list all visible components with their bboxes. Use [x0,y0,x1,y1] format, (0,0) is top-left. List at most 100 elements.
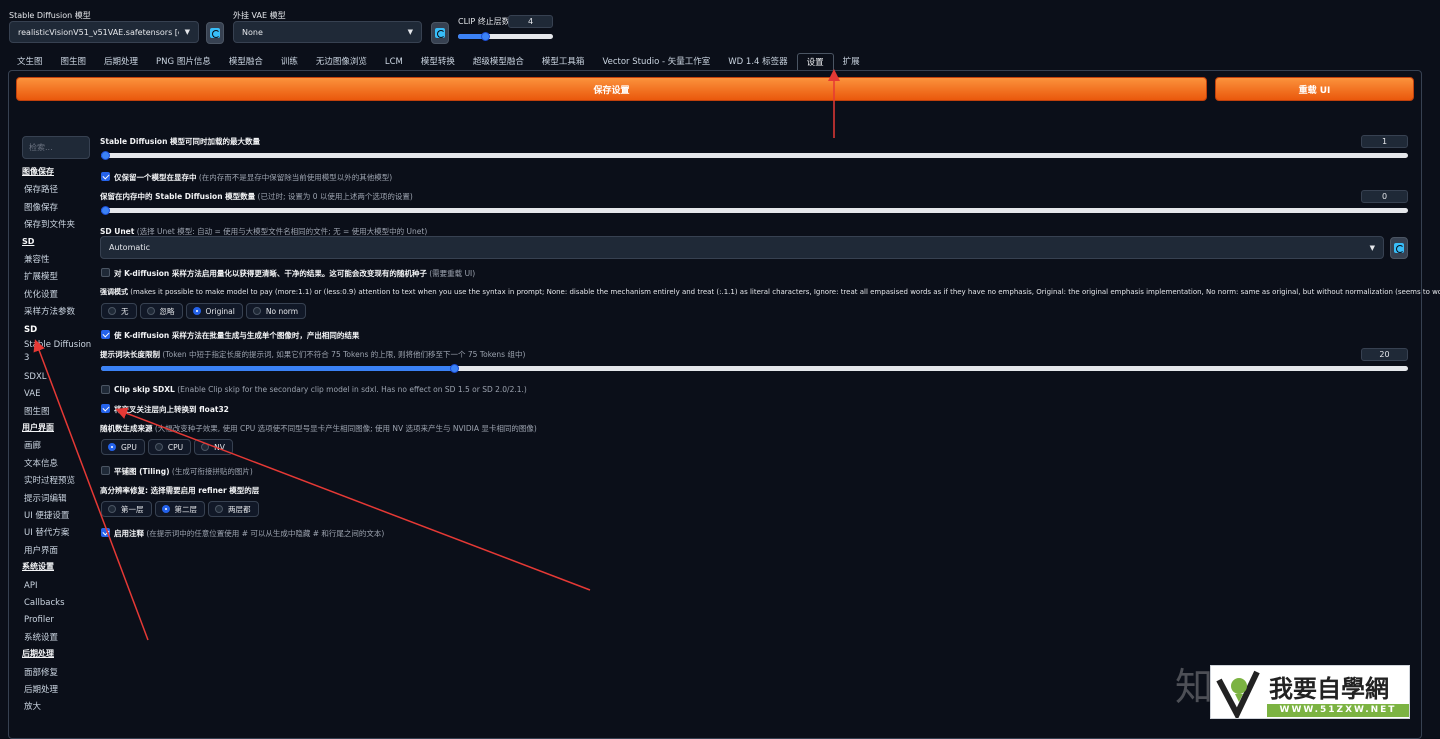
max-models-value[interactable]: 1 [1361,135,1408,148]
sidebar-item[interactable]: Callbacks [22,595,97,612]
keep-one-label: 仅保留一个模型在显存中 (在内存而不是显存中保留除当前使用模型以外的其他模型) [114,173,393,182]
sidebar-item[interactable]: 保存到文件夹 [22,217,97,234]
tab-8[interactable]: 模型转换 [412,53,464,71]
radio-option[interactable]: 两层都 [208,501,259,517]
sidebar-item[interactable]: 实时过程预览 [22,473,97,490]
clip-skip-slider[interactable] [458,32,553,41]
sidebar-item[interactable]: API [22,578,97,595]
radio-option[interactable]: 第一层 [101,501,152,517]
radio-option[interactable]: Original [185,303,243,319]
tab-10[interactable]: 模型工具箱 [533,53,594,71]
sidebar-item[interactable]: 采样方法参数 [22,304,97,321]
vae-value: None [242,27,263,37]
sd-model-dropdown[interactable]: realisticVisionV51_v51VAE.safetensors [e… [9,21,199,43]
tab-5[interactable]: 训练 [272,53,307,71]
sidebar-item[interactable]: 放大 [22,699,97,716]
sidebar-item[interactable]: 后期处理 [22,682,97,699]
tab-11[interactable]: Vector Studio - 矢量工作室 [593,53,719,71]
refresh-vae-button[interactable] [431,22,449,44]
reload-ui-button[interactable]: 重载 UI [1215,77,1414,101]
tiling-checkbox[interactable] [101,466,110,475]
sidebar-item[interactable]: 画廊 [22,438,97,455]
batch-cond-checkbox[interactable] [101,330,110,339]
tab-2[interactable]: 后期处理 [95,53,147,71]
sidebar-item[interactable]: 扩展模型 [22,269,97,286]
sidebar-section-heading: 后期处理 [22,649,54,659]
sidebar-item[interactable]: 兼容性 [22,252,97,269]
token-padding-slider[interactable] [101,364,1408,373]
sidebar-item[interactable]: Stable Diffusion 3 [22,339,97,369]
tab-0[interactable]: 文生图 [8,53,52,71]
comments-checkbox[interactable] [101,528,110,537]
sidebar-item[interactable]: 优化设置 [22,287,97,304]
sidebar-item[interactable]: UI 替代方案 [22,525,97,542]
radio-option[interactable]: 第二层 [154,501,205,517]
sidebar-item[interactable]: 文本信息 [22,456,97,473]
slider-knob[interactable] [480,32,490,41]
radio-dot-icon [108,505,116,513]
sidebar-item[interactable]: 保存路径 [22,182,97,199]
clip-skip-label: CLIP 终止层数 [458,17,510,26]
clip-skip-sdxl-checkbox[interactable] [101,385,110,394]
sd-model-value: realisticVisionV51_v51VAE.safetensors [e… [18,27,179,37]
tab-13[interactable]: 设置 [796,53,834,71]
sidebar-item[interactable]: 图像保存 [22,200,97,217]
sidebar-item[interactable]: 提示词编辑 [22,491,97,508]
sidebar-item[interactable]: SDXL [22,369,97,386]
radio-option[interactable]: NV [194,439,233,455]
sd-model-label: Stable Diffusion 模型 [9,11,91,20]
sidebar-item[interactable]: Profiler [22,612,97,629]
sidebar-item[interactable]: 图生图 [22,404,97,421]
tab-12[interactable]: WD 1.4 标签器 [719,53,796,71]
token-padding-value[interactable]: 20 [1361,348,1408,361]
kdiff-quant-checkbox[interactable] [101,268,110,277]
upcast-attn-checkbox[interactable] [101,404,110,413]
radio-label: CPU [167,442,184,452]
tab-6[interactable]: 无边图像浏览 [307,53,376,71]
radio-dot-icon [252,307,261,315]
refresh-unet-button[interactable] [1390,237,1408,259]
radio-dot-icon [108,443,116,451]
settings-search-input[interactable]: 检索... [22,136,90,159]
radio-label: NV [214,442,225,452]
sidebar-item[interactable]: 系统设置 [22,630,97,647]
save-settings-button[interactable]: 保存设置 [16,77,1207,101]
radio-label: 无 [121,306,129,316]
radio-option[interactable]: No norm [245,303,307,319]
cache-models-value[interactable]: 0 [1361,190,1408,203]
radio-option[interactable]: CPU [147,439,192,455]
tab-3[interactable]: PNG 图片信息 [147,53,220,71]
refresh-icon [435,28,445,38]
slider-knob[interactable] [101,151,110,160]
sd-unet-dropdown[interactable]: Automatic ▼ [100,236,1384,259]
clip-skip-sdxl-label: Clip skip SDXL (Enable Clip skip for the… [114,385,527,394]
cache-models-slider[interactable] [101,206,1408,215]
cache-models-label: 保留在内存中的 Stable Diffusion 模型数量 (已过时; 设置为 … [100,192,413,201]
tab-4[interactable]: 模型融合 [220,53,272,71]
sidebar-item[interactable]: 面部修复 [22,665,97,682]
sidebar-item[interactable]: SD [22,322,97,339]
logo-mark-icon [1215,670,1261,718]
tab-1[interactable]: 图生图 [52,53,96,71]
slider-knob[interactable] [101,206,110,215]
sidebar-item[interactable]: 用户界面 [22,543,97,560]
clip-skip-value[interactable]: 4 [508,15,553,28]
radio-option[interactable]: GPU [101,439,145,455]
vae-dropdown[interactable]: None ▼ [233,21,422,43]
slider-fill [101,366,454,371]
tab-14[interactable]: 扩展 [834,53,869,71]
keep-one-checkbox[interactable] [101,172,110,181]
tab-9[interactable]: 超级模型融合 [464,53,533,71]
slider-knob[interactable] [449,364,459,373]
radio-option[interactable]: 忽略 [139,303,183,319]
refresh-model-button[interactable] [206,22,224,44]
batch-cond-label: 使 K-diffusion 采样方法在批量生成与生成单个图像时，产出相同的结果 [114,331,360,340]
vae-label: 外挂 VAE 模型 [233,11,286,20]
chevron-down-icon: ▼ [184,28,190,36]
radio-label: 忽略 [159,306,175,316]
max-models-slider[interactable] [101,151,1408,160]
sidebar-item[interactable]: UI 便捷设置 [22,508,97,525]
radio-option[interactable]: 无 [101,303,137,319]
sidebar-item[interactable]: VAE [22,386,97,403]
tab-7[interactable]: LCM [376,53,412,71]
